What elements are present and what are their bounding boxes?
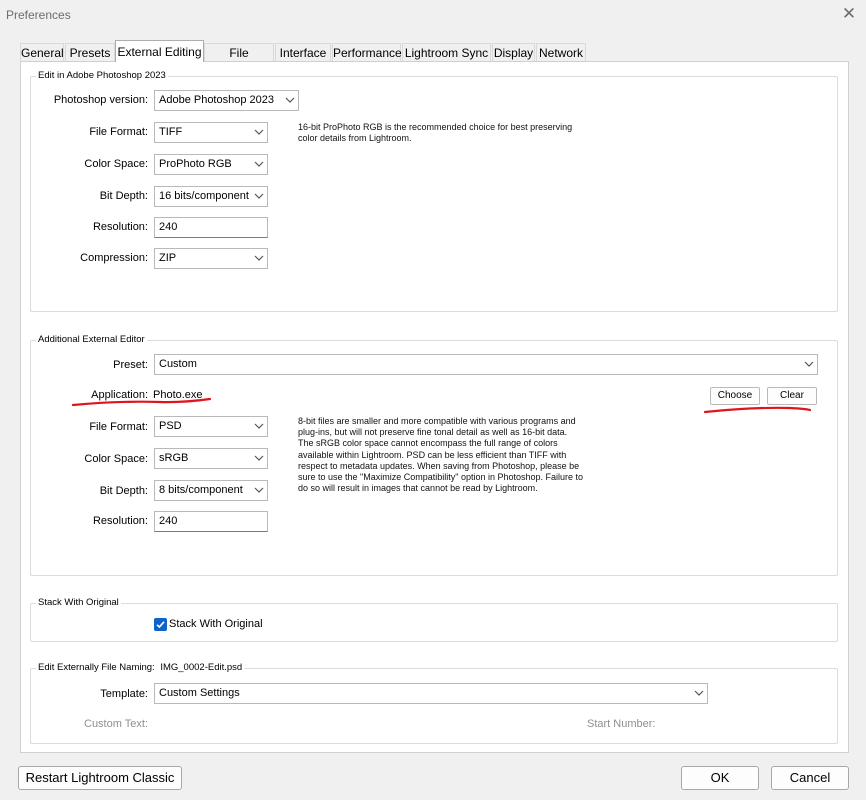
tab-network[interactable]: Network	[536, 43, 586, 61]
stack-group-title: Stack With Original	[36, 597, 121, 608]
note-line: do so will result in images that cannot …	[298, 483, 538, 494]
photoshop-version-value: Adobe Photoshop 2023	[159, 94, 274, 106]
chevron-down-icon	[254, 455, 264, 461]
tab-presets[interactable]: Presets	[65, 43, 115, 61]
bit-depth-value: 16 bits/component	[159, 190, 249, 202]
ext-bit-depth-label: Bit Depth:	[99, 485, 148, 497]
restart-lightroom-button[interactable]: Restart Lightroom Classic	[18, 766, 182, 790]
cancel-button[interactable]: Cancel	[771, 766, 849, 790]
chevron-down-icon	[804, 361, 814, 367]
bit-depth-label: Bit Depth:	[99, 190, 148, 202]
tab-lightroom-sync[interactable]: Lightroom Sync	[402, 43, 491, 61]
note-line: plug-ins, but will not preserve fine ton…	[298, 427, 568, 438]
color-space-select[interactable]: ProPhoto RGB	[154, 154, 268, 175]
note-line: 8-bit files are smaller and more compati…	[298, 416, 576, 426]
clear-button[interactable]: Clear	[767, 387, 817, 405]
application-value: Photo.exe	[153, 389, 203, 401]
tab-file-handling[interactable]: File Handling	[204, 43, 274, 78]
start-number-label: Start Number:	[587, 718, 656, 730]
note-line: respect to metadata updates. When saving…	[298, 460, 580, 471]
template-select[interactable]: Custom Settings	[154, 683, 708, 704]
note-line: 16-bit ProPhoto RGB is the recommended c…	[298, 122, 573, 132]
ext-file-format-value: PSD	[159, 420, 182, 432]
color-space-label: Color Space:	[84, 158, 148, 170]
photoshop-group-title: Edit in Adobe Photoshop 2023	[36, 70, 168, 81]
checkmark-icon	[156, 621, 165, 629]
bit-depth-select[interactable]: 16 bits/component	[154, 186, 268, 207]
ext-color-space-select[interactable]: sRGB	[154, 448, 268, 469]
preset-label: Preset:	[113, 359, 148, 371]
ext-file-format-select[interactable]: PSD	[154, 416, 268, 437]
window-title: Preferences	[6, 8, 71, 22]
chevron-down-icon	[254, 255, 264, 261]
chevron-down-icon	[254, 487, 264, 493]
compression-label: Compression:	[80, 252, 148, 264]
ext-bit-depth-select[interactable]: 8 bits/component	[154, 480, 268, 501]
resolution-label: Resolution:	[92, 221, 148, 233]
ext-color-space-label: Color Space:	[84, 453, 148, 465]
title-bar: Preferences ✕	[0, 0, 866, 30]
chevron-down-icon	[254, 161, 264, 167]
stack-with-original-checkbox[interactable]	[154, 618, 167, 631]
note-line: available within Lightroom. PSD can be l…	[298, 449, 567, 460]
preset-value: Custom	[159, 358, 197, 370]
file-format-label: File Format:	[89, 126, 148, 138]
tab-external-editing[interactable]: External Editing	[115, 40, 204, 62]
tab-display[interactable]: Display	[492, 43, 535, 61]
tab-performance[interactable]: Performance	[332, 43, 402, 61]
ext-color-space-value: sRGB	[159, 452, 189, 464]
file-naming-group	[30, 668, 838, 744]
stack-with-original-label[interactable]: Stack With Original	[169, 618, 263, 630]
note-line: sure to use the "Maximize Compatibility"…	[298, 472, 584, 483]
note-line: color details from Lightroom.	[298, 133, 412, 144]
chevron-down-icon	[694, 690, 704, 696]
chevron-down-icon	[254, 193, 264, 199]
photoshop-version-select[interactable]: Adobe Photoshop 2023	[154, 90, 299, 111]
file-naming-title-text: Edit Externally File Naming:	[38, 662, 155, 673]
photoshop-note: 16-bit ProPhoto RGB is the recommended c…	[298, 122, 608, 144]
ok-button[interactable]: OK	[681, 766, 759, 790]
template-value: Custom Settings	[159, 687, 240, 699]
additional-editor-note: 8-bit files are smaller and more compati…	[298, 416, 618, 494]
additional-editor-group-title: Additional External Editor	[36, 334, 147, 345]
tab-general[interactable]: General	[20, 43, 64, 61]
file-naming-example: IMG_0002-Edit.psd	[160, 662, 243, 673]
compression-value: ZIP	[159, 252, 177, 264]
note-line: The sRGB color space cannot encompass th…	[298, 438, 558, 449]
close-icon[interactable]: ✕	[838, 3, 860, 25]
chevron-down-icon	[254, 423, 264, 429]
template-label: Template:	[100, 688, 148, 700]
file-format-select[interactable]: TIFF	[154, 122, 268, 143]
color-space-value: ProPhoto RGB	[159, 158, 232, 170]
file-format-value: TIFF	[159, 126, 183, 138]
ext-resolution-label: Resolution:	[92, 515, 148, 527]
chevron-down-icon	[254, 129, 264, 135]
stack-group	[30, 603, 838, 642]
chevron-down-icon	[285, 97, 295, 103]
tab-interface[interactable]: Interface	[275, 43, 331, 61]
compression-select[interactable]: ZIP	[154, 248, 268, 269]
ext-resolution-input[interactable]: 240	[154, 511, 268, 532]
resolution-input[interactable]: 240	[154, 217, 268, 238]
file-naming-group-title: Edit Externally File Naming: IMG_0002-Ed…	[36, 662, 245, 673]
ext-file-format-label: File Format:	[89, 421, 148, 433]
photoshop-version-label: Photoshop version:	[53, 94, 148, 106]
ext-bit-depth-value: 8 bits/component	[159, 484, 243, 496]
application-label: Application:	[91, 389, 148, 401]
choose-button[interactable]: Choose	[710, 387, 760, 405]
photoshop-group	[30, 76, 838, 312]
custom-text-label: Custom Text:	[84, 718, 148, 730]
preset-select[interactable]: Custom	[154, 354, 818, 375]
